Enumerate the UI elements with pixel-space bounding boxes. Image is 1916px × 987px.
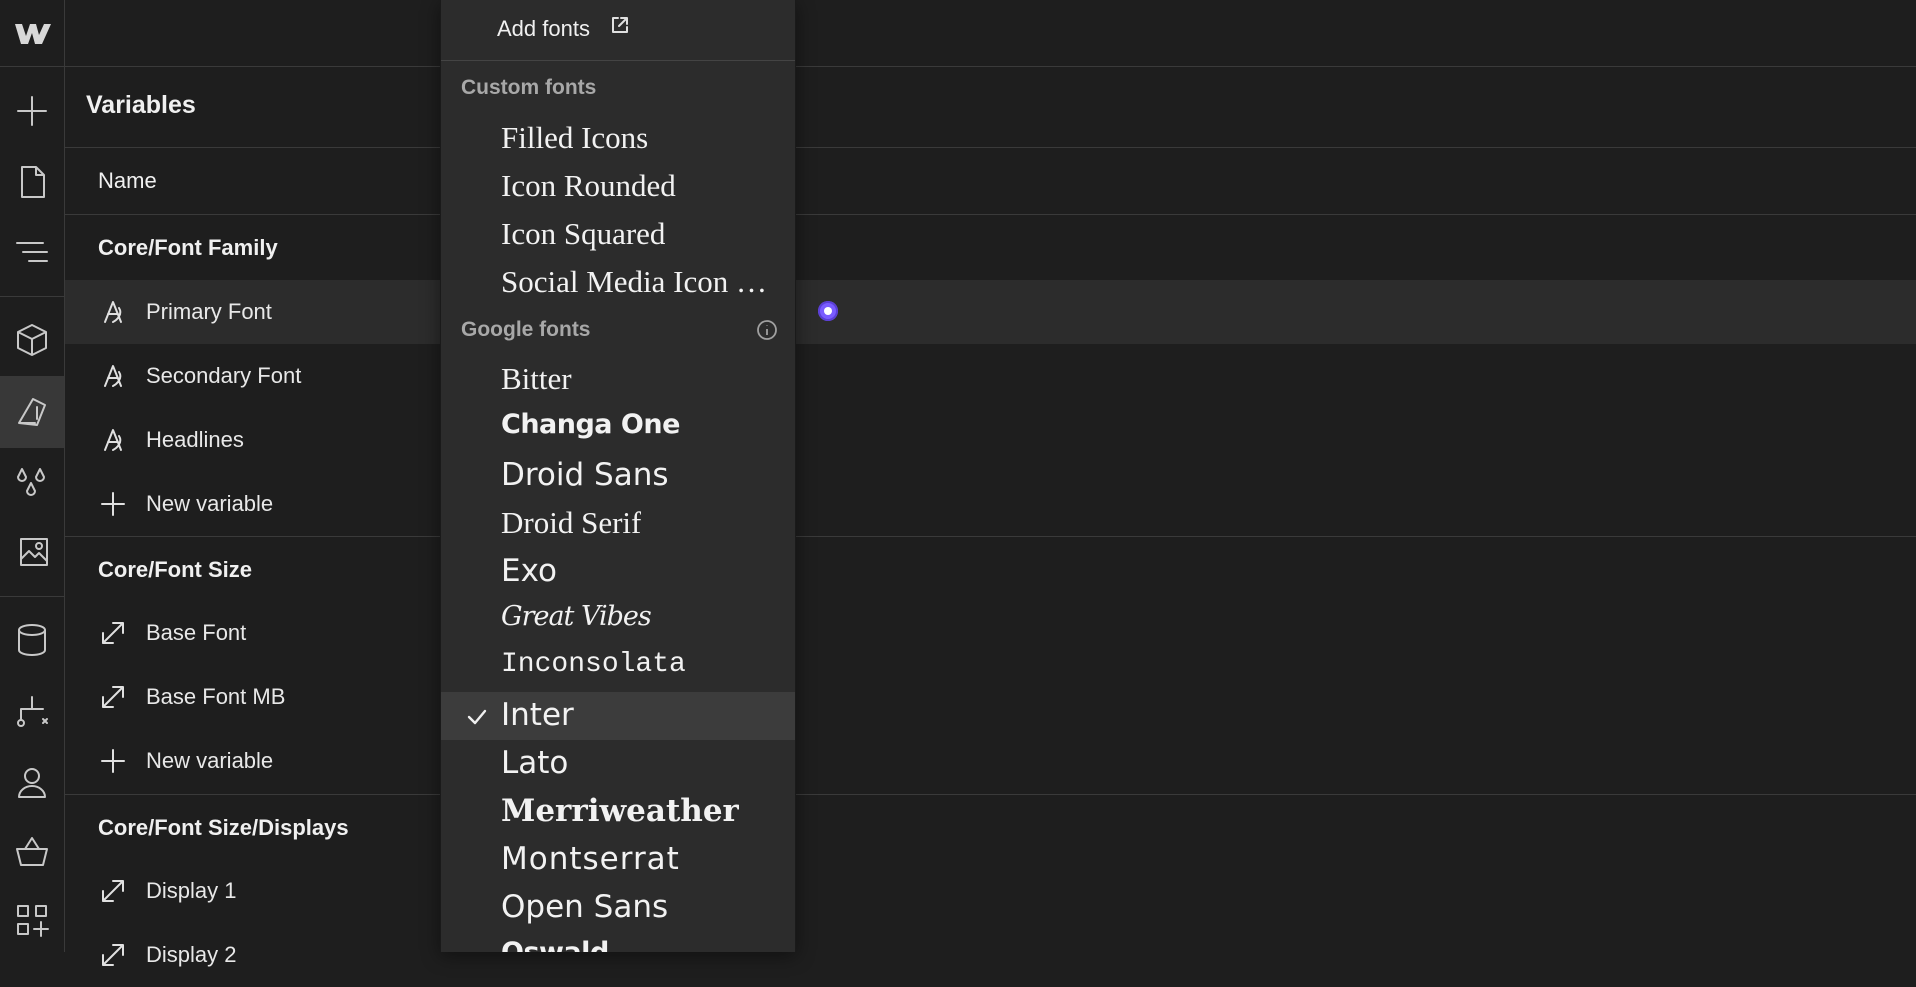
group-title: Core/Font Size <box>98 557 253 582</box>
plus-icon <box>99 490 127 518</box>
variable-label: Display 1 <box>146 878 237 903</box>
font-option[interactable]: Merriweather <box>441 788 795 836</box>
top-bar <box>65 0 1916 67</box>
resize-icon <box>99 619 127 647</box>
add-icon[interactable] <box>10 89 54 133</box>
font-icon <box>99 426 127 454</box>
font-option[interactable]: Lato <box>441 740 795 788</box>
color-drops-icon[interactable] <box>10 460 54 504</box>
users-icon[interactable] <box>10 760 54 804</box>
group-title: Core/Font Size/Displays <box>98 815 349 840</box>
plus-icon <box>99 747 127 775</box>
variable-label: Base Font <box>146 620 247 645</box>
variable-label: Base Font MB <box>146 684 286 709</box>
panel-title: Variables <box>86 91 196 119</box>
webflow-logo-icon[interactable] <box>14 20 52 46</box>
font-option[interactable]: Inconsolata <box>441 644 795 692</box>
logic-flow-icon[interactable] <box>10 690 54 734</box>
font-dropdown: Add fonts Custom fonts Filled Icons Icon… <box>440 0 796 952</box>
components-icon[interactable] <box>10 318 54 362</box>
mode-indicator-dot[interactable] <box>818 301 838 321</box>
font-option[interactable]: Oswald <box>441 932 795 952</box>
new-variable-button[interactable]: New variable <box>65 472 1916 536</box>
new-variable-button[interactable]: New variable <box>65 729 1916 793</box>
page-icon[interactable] <box>10 160 54 204</box>
font-option[interactable]: Social Media Icon Font <box>441 259 795 307</box>
cms-database-icon[interactable] <box>10 618 54 662</box>
left-toolbar <box>0 0 65 952</box>
variable-row-primary-font[interactable]: Primary Font <box>65 280 1916 344</box>
external-link-icon <box>609 14 631 36</box>
font-option[interactable]: Great Vibes <box>441 596 795 644</box>
font-option[interactable]: Exo <box>441 548 795 596</box>
variable-label: Display 2 <box>146 942 237 967</box>
font-option[interactable]: Droid Serif <box>441 500 795 548</box>
variable-row-base-font[interactable]: Base Font <box>65 601 1916 665</box>
group-title: Core/Font Family <box>98 235 278 260</box>
font-icon <box>99 298 127 326</box>
font-option[interactable]: Bitter <box>441 356 795 404</box>
resize-icon <box>99 683 127 711</box>
apps-icon[interactable] <box>10 898 54 942</box>
variable-row-headlines[interactable]: Headlines <box>65 408 1916 472</box>
variable-label: Secondary Font <box>146 363 302 388</box>
font-option[interactable]: Icon Rounded <box>441 163 795 211</box>
column-header-name: Name <box>98 168 157 193</box>
custom-fonts-heading: Custom fonts <box>461 76 597 99</box>
font-option[interactable]: Montserrat <box>441 836 795 884</box>
navigator-icon[interactable] <box>10 230 54 274</box>
add-fonts-label: Add fonts <box>497 16 590 41</box>
checkmark-icon <box>465 705 489 729</box>
ecommerce-basket-icon[interactable] <box>10 830 54 874</box>
variable-row-secondary-font[interactable]: Secondary Font <box>65 344 1916 408</box>
resize-icon <box>99 877 127 905</box>
font-option[interactable]: Icon Squared <box>441 211 795 259</box>
assets-image-icon[interactable] <box>10 530 54 574</box>
variable-row-display-2[interactable]: Display 2 <box>65 923 1916 987</box>
font-icon <box>99 362 127 390</box>
variable-row-base-font-mb[interactable]: Base Font MB <box>65 665 1916 729</box>
variable-row-display-1[interactable]: Display 1 <box>65 859 1916 923</box>
google-fonts-heading: Google fonts <box>461 318 591 341</box>
variable-label: New variable <box>146 748 274 773</box>
font-option[interactable]: Changa One <box>441 404 795 452</box>
resize-icon <box>99 941 127 969</box>
variable-label: Primary Font <box>146 299 272 324</box>
font-option[interactable]: Droid Sans <box>441 452 795 500</box>
style-variables-icon[interactable] <box>0 376 64 448</box>
font-option[interactable]: Filled Icons <box>441 115 795 163</box>
font-option[interactable]: Open Sans <box>441 884 795 932</box>
variable-label: New variable <box>146 491 274 516</box>
font-option-selected[interactable]: Inter <box>441 692 795 740</box>
variables-panel: Variables Name Core/Font Family Primary … <box>65 67 1916 967</box>
variable-label: Headlines <box>146 427 244 452</box>
add-fonts-button[interactable]: Add fonts <box>441 0 795 61</box>
info-icon[interactable] <box>755 318 779 342</box>
